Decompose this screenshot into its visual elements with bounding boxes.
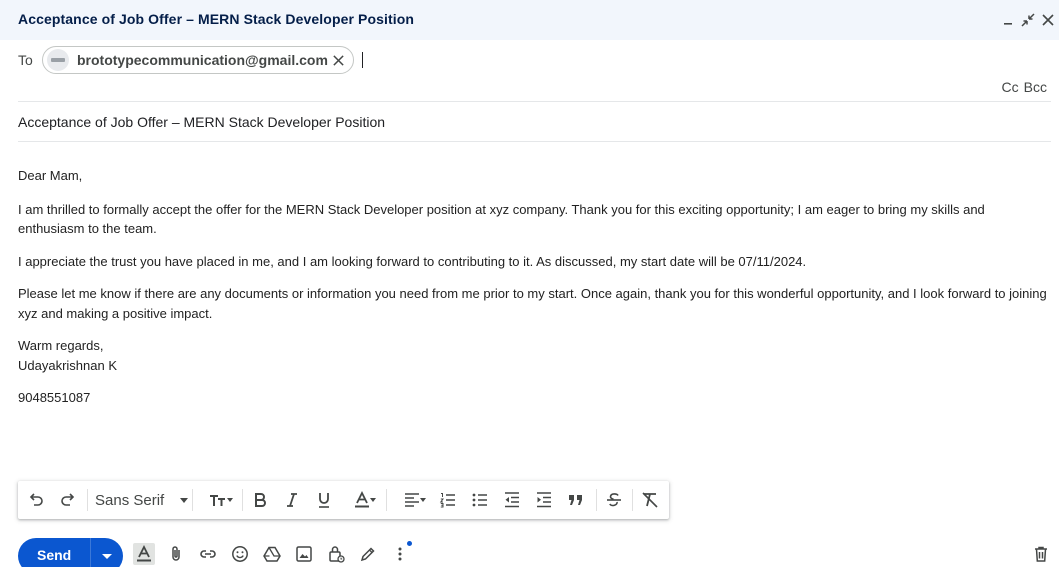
body-paragraph: Please let me know if there are any docu… [18,286,1047,321]
discard-draft-button[interactable] [1030,543,1052,565]
formatting-options-button[interactable] [133,543,155,565]
toolbar-separator [386,489,387,511]
emoji-button[interactable] [229,543,251,565]
exit-fullscreen-icon [1021,13,1035,27]
close-button[interactable] [1038,10,1058,30]
subject-field[interactable]: Acceptance of Job Offer – MERN Stack Dev… [18,114,385,130]
insert-link-button[interactable] [197,543,219,565]
emoji-icon [232,546,248,562]
toolbar-separator [87,489,88,511]
indent-less-icon [505,492,519,508]
text-size-icon [210,495,225,506]
photo-icon [296,546,312,562]
avatar [47,49,69,71]
remove-recipient-button[interactable] [329,51,347,69]
send-button-group: Send [18,538,123,567]
schedule-send-button[interactable] [91,538,123,567]
body-closing: Warm regards, [18,338,104,353]
text-size-button[interactable] [200,490,236,510]
toolbar-separator [596,489,597,511]
toolbar-separator [242,489,243,511]
attach-button[interactable] [165,543,187,565]
body-paragraph: I appreciate the trust you have placed i… [18,253,807,269]
chevron-down-icon [370,498,376,502]
strikethrough-button[interactable] [604,490,624,510]
attach-icon [172,546,180,561]
bcc-link[interactable]: Bcc [1024,79,1047,95]
indent-more-icon [537,492,551,508]
more-options-button[interactable] [389,543,411,565]
text-cursor [362,52,363,68]
body-signature-name: Udayakrishnan K [18,357,117,373]
confidential-mode-button[interactable] [325,543,347,565]
divider [18,101,1051,102]
cc-link[interactable]: Cc [1002,79,1019,95]
notification-dot [407,541,412,546]
minimize-button[interactable] [998,10,1018,30]
font-family-value: Sans Serif [95,491,165,509]
align-icon [405,493,419,507]
toolbar-separator [192,489,193,511]
bulleted-list-button[interactable] [470,490,490,510]
quote-button[interactable] [566,490,586,510]
align-button[interactable] [394,490,430,510]
strikethrough-icon [607,493,621,507]
text-color-icon [355,490,369,508]
link-icon [200,550,216,558]
body-paragraph: I am thrilled to formally accept the off… [18,201,985,237]
italic-button[interactable] [282,490,302,510]
numbered-list-button[interactable] [438,490,458,510]
compose-title-bar[interactable]: Acceptance of Job Offer – MERN Stack Dev… [0,0,1059,40]
redo-button[interactable] [58,490,78,510]
signature-button[interactable] [357,543,379,565]
indent-more-button[interactable] [534,490,554,510]
exit-fullscreen-button[interactable] [1018,10,1038,30]
bulleted-list-icon [472,493,487,507]
redo-icon [61,493,75,506]
numbered-list-icon [439,493,455,508]
italic-icon [287,493,297,507]
body-signature-phone: 9048551087 [18,390,91,405]
formatting-toolbar: Sans Serif [18,481,669,519]
bold-icon [255,493,266,507]
delete-icon [1035,546,1047,562]
undo-icon [29,493,43,506]
close-icon [332,54,344,66]
more-options-icon [398,547,402,561]
signature-icon [360,547,375,562]
formatting-options-icon [137,544,151,562]
minimize-icon [1004,23,1012,25]
divider [18,141,1051,142]
cc-bcc-links: Cc Bcc [1002,79,1047,95]
remove-formatting-icon [642,492,658,508]
underline-icon [319,493,329,508]
chevron-down-icon [420,498,426,502]
text-color-button[interactable] [344,490,380,510]
underline-button[interactable] [314,490,334,510]
to-label: To [18,52,33,68]
chevron-down-icon [180,497,189,503]
toolbar-separator [632,489,633,511]
undo-button[interactable] [26,490,46,510]
drive-button[interactable] [261,543,283,565]
to-field[interactable]: To brototypecommunication@gmail.com [18,44,1051,76]
close-icon [1042,14,1054,26]
compose-window-title: Acceptance of Job Offer – MERN Stack Dev… [18,11,415,27]
recipient-email: brototypecommunication@gmail.com [77,52,328,68]
bold-button[interactable] [250,490,270,510]
indent-less-button[interactable] [502,490,522,510]
font-family-select[interactable]: Sans Serif [95,490,189,510]
chevron-down-icon [102,553,112,559]
insert-photo-button[interactable] [293,543,315,565]
send-button[interactable]: Send [37,547,71,563]
confidential-icon [329,546,345,563]
chevron-down-icon [227,498,233,502]
message-body[interactable]: Dear Mam, I am thrilled to formally acce… [18,166,1054,408]
quote-icon [569,495,582,505]
body-greeting: Dear Mam, [18,168,83,183]
recipient-chip[interactable]: brototypecommunication@gmail.com [42,46,354,74]
drive-icon [263,546,281,562]
remove-formatting-button[interactable] [640,490,660,510]
